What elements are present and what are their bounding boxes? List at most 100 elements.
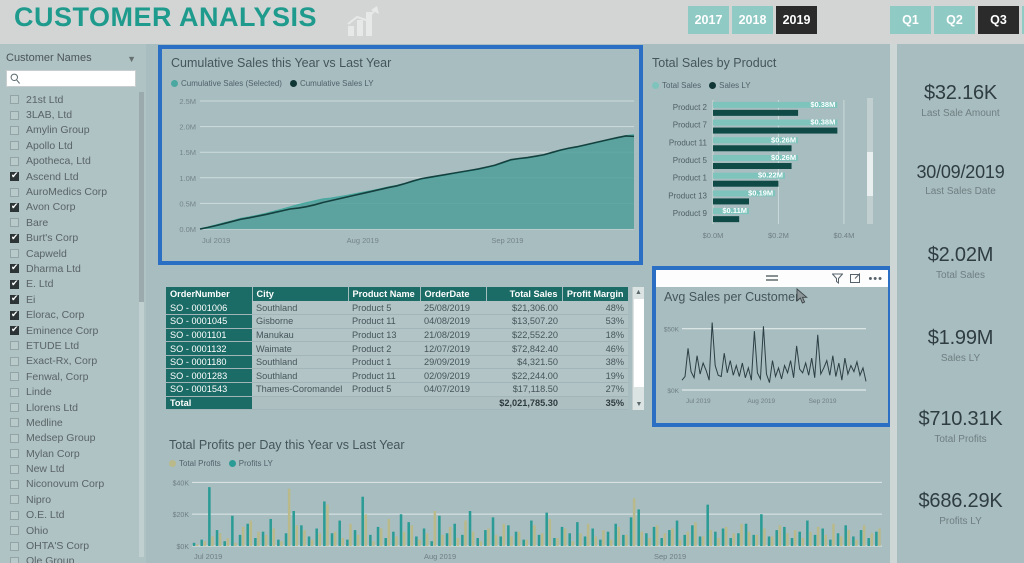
customer-list-item[interactable]: Avon Corp	[0, 200, 146, 215]
orders-table[interactable]: OrderNumber City Product Name OrderDate Tota…	[166, 287, 629, 411]
kpi-card-last-sales-date[interactable]: 30/09/2019 Last Sales Date	[897, 162, 1024, 197]
customer-list-item[interactable]: Mylan Corp	[0, 446, 146, 461]
customer-checkbox[interactable]	[10, 541, 19, 551]
kpi-card-sales-ly[interactable]: $1.99M Sales LY	[897, 327, 1024, 364]
customer-list-item[interactable]: Ei	[0, 292, 146, 307]
customer-list-item[interactable]: Ascend Ltd	[0, 169, 146, 184]
customer-checkbox[interactable]	[10, 556, 19, 563]
customer-list-item[interactable]: Amylin Group	[0, 123, 146, 138]
table-row[interactable]: SO - 0001283 Southland Product 11 02/09/201…	[166, 368, 628, 384]
customer-checkbox[interactable]	[10, 170, 19, 182]
table-column-header[interactable]: Product Name	[348, 287, 421, 301]
quarter-option-q2[interactable]: Q2	[934, 6, 975, 34]
customer-checkbox[interactable]	[10, 324, 19, 336]
customer-checkbox[interactable]	[10, 249, 19, 259]
customer-list-item[interactable]: Fenwal, Corp	[0, 369, 146, 384]
customer-checkbox[interactable]	[10, 278, 19, 289]
customer-list-item[interactable]: Dharma Ltd	[0, 261, 146, 276]
customer-list-item[interactable]: Capweld	[0, 246, 146, 261]
customer-list-item[interactable]: New Ltd	[0, 461, 146, 476]
customer-list[interactable]: 21st Ltd 3LAB, Ltd Amylin Group Apollo Ltd A…	[0, 92, 146, 563]
customer-list-item[interactable]: Bare	[0, 215, 146, 230]
customer-list-item[interactable]: Niconovum Corp	[0, 477, 146, 492]
customer-list-item[interactable]: Elorac, Corp	[0, 307, 146, 322]
table-row[interactable]: SO - 0001543 Thames-Coromandel Product 5 04…	[166, 382, 628, 397]
table-column-header[interactable]: Total Sales	[486, 287, 563, 301]
table-column-header[interactable]: OrderNumber	[166, 287, 253, 301]
kpi-card-total-profits[interactable]: $710.31K Total Profits	[897, 408, 1024, 445]
table-body[interactable]: SO - 0001006 Southland Product 5 25/08/2019…	[166, 301, 628, 411]
customer-list-item[interactable]: E. Ltd	[0, 277, 146, 292]
kpi-card-profits-ly[interactable]: $686.29K Profits LY	[897, 490, 1024, 527]
sales-by-product-visual[interactable]: Total Sales by Product Total Sales Sales…	[645, 50, 890, 262]
customer-list-item[interactable]: AuroMedics Corp	[0, 184, 146, 199]
customer-checkbox[interactable]	[10, 156, 19, 166]
scrollbar-thumb[interactable]	[634, 299, 644, 387]
avg-sales-per-customer-visual[interactable]: ••• Avg Sales per Customer $0K $50K Jul 20…	[652, 266, 892, 427]
customer-list-item[interactable]: O.E. Ltd	[0, 508, 146, 523]
year-option-2019[interactable]: 2019	[776, 6, 817, 34]
customer-list-item[interactable]: Burt's Corp	[0, 231, 146, 246]
customer-checkbox[interactable]	[10, 201, 19, 212]
customer-checkbox[interactable]	[10, 495, 19, 505]
quarter-option-q1[interactable]: Q1	[890, 6, 931, 34]
scrollbar-thumb[interactable]	[139, 92, 144, 302]
customer-checkbox[interactable]	[10, 125, 19, 135]
table-column-header[interactable]: OrderDate	[420, 287, 487, 301]
visual-toolbar[interactable]: •••	[656, 270, 888, 287]
quarter-slicer[interactable]: Q1 Q2 Q3 Q4	[890, 6, 1024, 34]
customer-list-item[interactable]: Eminence Corp	[0, 323, 146, 338]
year-option-2018[interactable]: 2018	[732, 6, 773, 34]
customer-list-item[interactable]: Medline	[0, 415, 146, 430]
customer-checkbox[interactable]	[10, 510, 19, 520]
search-box[interactable]	[6, 70, 136, 87]
table-scrollbar[interactable]: ▲ ▼	[632, 287, 644, 410]
customer-list-item[interactable]: Apollo Ltd	[0, 138, 146, 153]
customer-checkbox[interactable]	[10, 110, 19, 120]
customer-list-item[interactable]: ETUDE Ltd	[0, 338, 146, 353]
table-column-header[interactable]: Profit Margin	[562, 287, 629, 301]
search-input[interactable]	[25, 71, 133, 86]
focus-mode-icon[interactable]	[850, 273, 861, 284]
customer-checkbox[interactable]	[10, 309, 19, 320]
customer-list-item[interactable]: Ole Group	[0, 554, 146, 563]
more-options-icon[interactable]: •••	[868, 273, 883, 284]
scroll-up-arrow-icon[interactable]: ▲	[633, 287, 644, 298]
customer-list-scrollbar[interactable]	[139, 92, 144, 557]
customer-list-item[interactable]: Exact-Rx, Corp	[0, 354, 146, 369]
customer-list-item[interactable]: Apotheca, Ltd	[0, 154, 146, 169]
customer-checkbox[interactable]	[10, 293, 19, 305]
table-row[interactable]: SO - 0001045 Gisborne Product 11 04/08/2019…	[166, 314, 628, 329]
customer-list-item[interactable]: 3LAB, Ltd	[0, 107, 146, 122]
customer-checkbox[interactable]	[10, 449, 19, 459]
customer-list-item[interactable]: Medsep Group	[0, 431, 146, 446]
customer-checkbox[interactable]	[10, 341, 19, 351]
customer-list-item[interactable]: 21st Ltd	[0, 92, 146, 107]
cumulative-sales-visual[interactable]: Cumulative Sales this Year vs Last Year …	[158, 45, 643, 265]
chevron-down-icon[interactable]: ▼	[127, 54, 136, 64]
scroll-down-arrow-icon[interactable]: ▼	[633, 399, 645, 410]
drag-handle-icon[interactable]	[764, 273, 780, 283]
customer-checkbox[interactable]	[10, 403, 19, 412]
customer-checkbox[interactable]	[10, 464, 19, 474]
table-row[interactable]: SO - 0001101 Manukau Product 13 21/08/2019 $…	[166, 328, 628, 343]
table-column-header[interactable]: City	[252, 287, 349, 301]
customer-checkbox[interactable]	[10, 141, 19, 151]
customer-list-item[interactable]: Ohio	[0, 523, 146, 538]
customer-checkbox[interactable]	[10, 95, 19, 105]
customer-checkbox[interactable]	[10, 372, 19, 382]
year-option-2017[interactable]: 2017	[688, 6, 729, 34]
customer-checkbox[interactable]	[10, 479, 19, 489]
orders-table-visual[interactable]: OrderNumber City Product Name OrderDate Tota…	[166, 287, 644, 411]
quarter-option-q3[interactable]: Q3	[978, 6, 1019, 34]
customer-list-item[interactable]: Linde	[0, 384, 146, 399]
customer-list-item[interactable]: Nipro	[0, 492, 146, 507]
table-row[interactable]: SO - 0001180 Southland Product 1 29/09/2019…	[166, 355, 628, 370]
customer-checkbox[interactable]	[10, 433, 19, 443]
customer-checkbox[interactable]	[10, 356, 19, 366]
table-row[interactable]: SO - 0001132 Waimate Product 2 12/07/2019 $7…	[166, 341, 628, 356]
customer-checkbox[interactable]	[10, 418, 19, 428]
year-slicer[interactable]: 2017 2018 2019	[688, 6, 817, 34]
kpi-card-total-sales[interactable]: $2.02M Total Sales	[897, 244, 1024, 281]
customer-checkbox[interactable]	[10, 387, 19, 397]
